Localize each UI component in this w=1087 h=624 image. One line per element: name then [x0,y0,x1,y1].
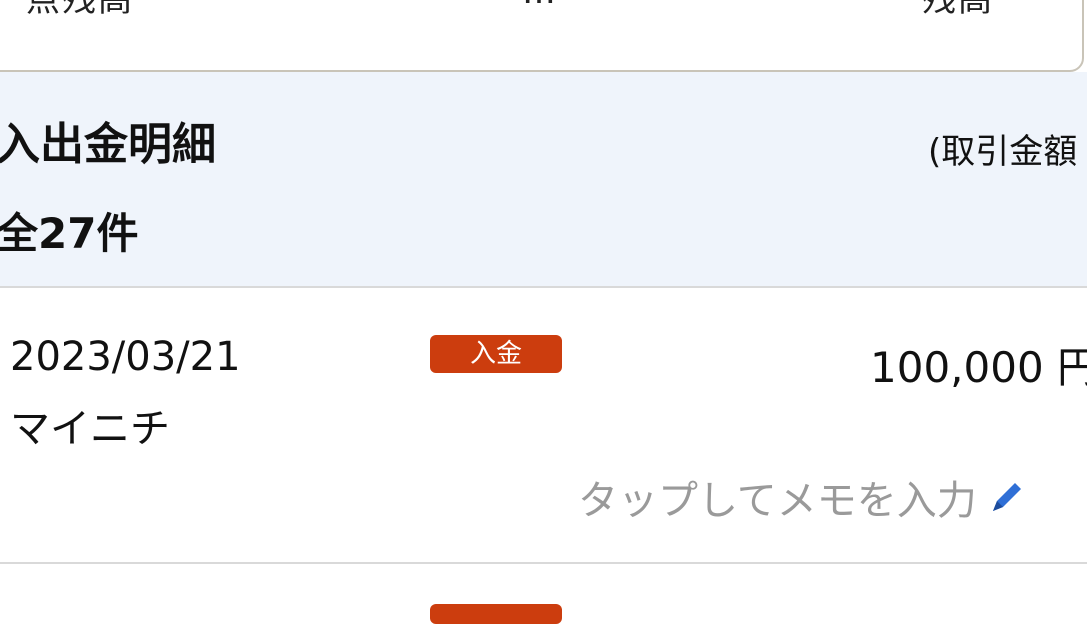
deposit-badge: 入金 [430,335,562,373]
memo-input-button[interactable]: タップしてメモを入力 [578,468,1027,526]
pencil-icon [992,483,1021,511]
next-row-badge [430,604,562,624]
transactions-header [0,72,1087,286]
balance-card-right-label: 残高 [922,0,994,20]
transaction-row[interactable]: 2023/03/21 マイニチ 入金 100,000 円 タップしてメモを入力 [0,288,1087,562]
amount-unit-note: (取引金額 [928,132,1078,172]
transaction-amount: 100,000 円 [870,343,1087,392]
section-title: 入出金明細 [0,119,216,170]
divider [0,562,1087,564]
balance-card: 点残高 … 残高 [0,0,1084,72]
memo-placeholder: タップしてメモを入力 [578,478,977,524]
balance-card-label: 点残高 [26,0,134,20]
balance-card-value: … [522,0,558,12]
transaction-date: 2023/03/21 [10,334,241,380]
transaction-description: マイニチ [10,406,170,452]
transaction-count: 全27件 [0,209,139,258]
